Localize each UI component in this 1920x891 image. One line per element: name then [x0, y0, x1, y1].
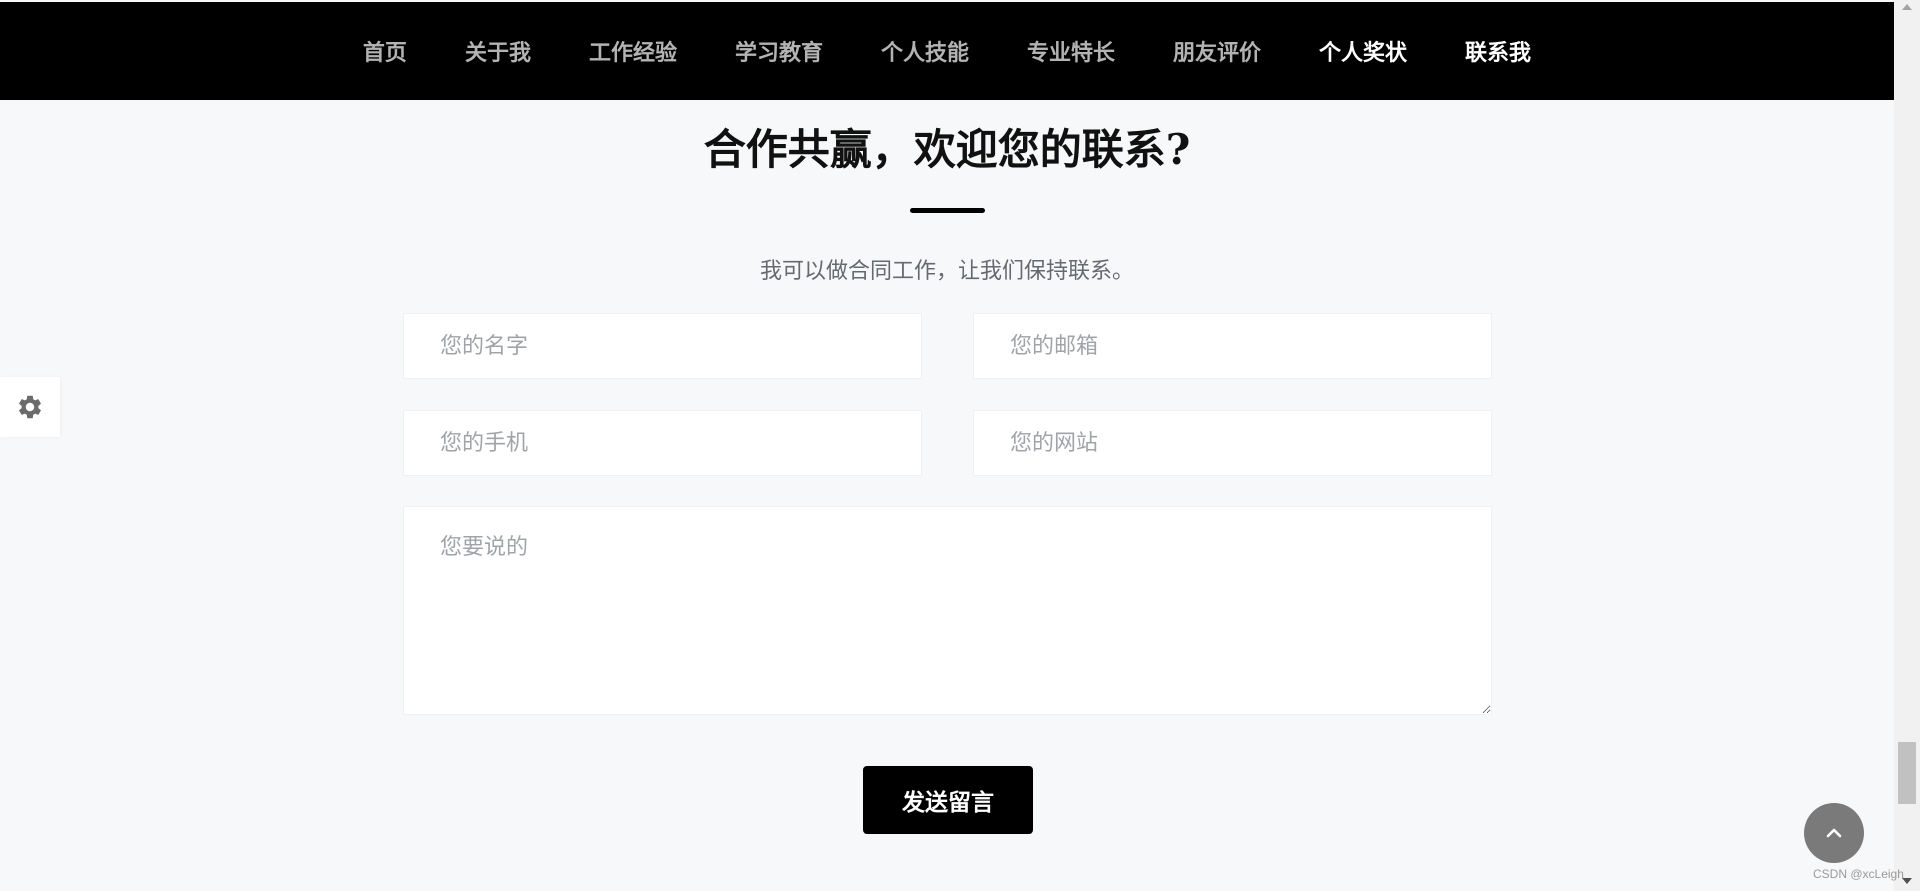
send-message-button[interactable]: 发送留言: [863, 766, 1033, 834]
name-field[interactable]: [403, 313, 922, 379]
website-field[interactable]: [973, 410, 1492, 476]
gear-icon: [19, 395, 41, 419]
nav-item-awards[interactable]: 个人奖状: [1319, 35, 1407, 67]
csdn-watermark: CSDN @xcLeigh: [1813, 867, 1904, 881]
scroll-to-top-button[interactable]: [1804, 803, 1864, 863]
nav-item-skills[interactable]: 个人技能: [881, 35, 969, 67]
contact-subtitle: 我可以做合同工作，让我们保持联系。: [759, 259, 1134, 284]
scrollbar-thumb[interactable]: [1898, 742, 1916, 804]
main-nav: 首页 关于我 工作经验 学习教育 个人技能 专业特长 朋友评价 个人奖状 联系我: [0, 2, 1894, 100]
nav-item-home[interactable]: 首页: [363, 35, 407, 67]
nav-item-education[interactable]: 学习教育: [735, 35, 823, 67]
nav-item-experience[interactable]: 工作经验: [589, 35, 677, 67]
nav-item-specialties[interactable]: 专业特长: [1027, 35, 1115, 67]
contact-title: 合作共赢，欢迎您的联系?: [703, 125, 1191, 174]
top-navbar: 首页 关于我 工作经验 学习教育 个人技能 专业特长 朋友评价 个人奖状 联系我: [0, 2, 1894, 100]
nav-item-about[interactable]: 关于我: [465, 35, 531, 67]
phone-field[interactable]: [403, 410, 922, 476]
message-textarea[interactable]: [403, 506, 1492, 715]
scroll-up-arrow-icon[interactable]: [1902, 4, 1912, 10]
email-field[interactable]: [973, 313, 1492, 379]
settings-toggle[interactable]: [0, 377, 60, 437]
nav-item-contact[interactable]: 联系我: [1465, 35, 1531, 67]
title-divider: [910, 208, 985, 213]
chevron-up-icon: [1826, 828, 1842, 838]
nav-item-testimonials[interactable]: 朋友评价: [1173, 35, 1261, 67]
